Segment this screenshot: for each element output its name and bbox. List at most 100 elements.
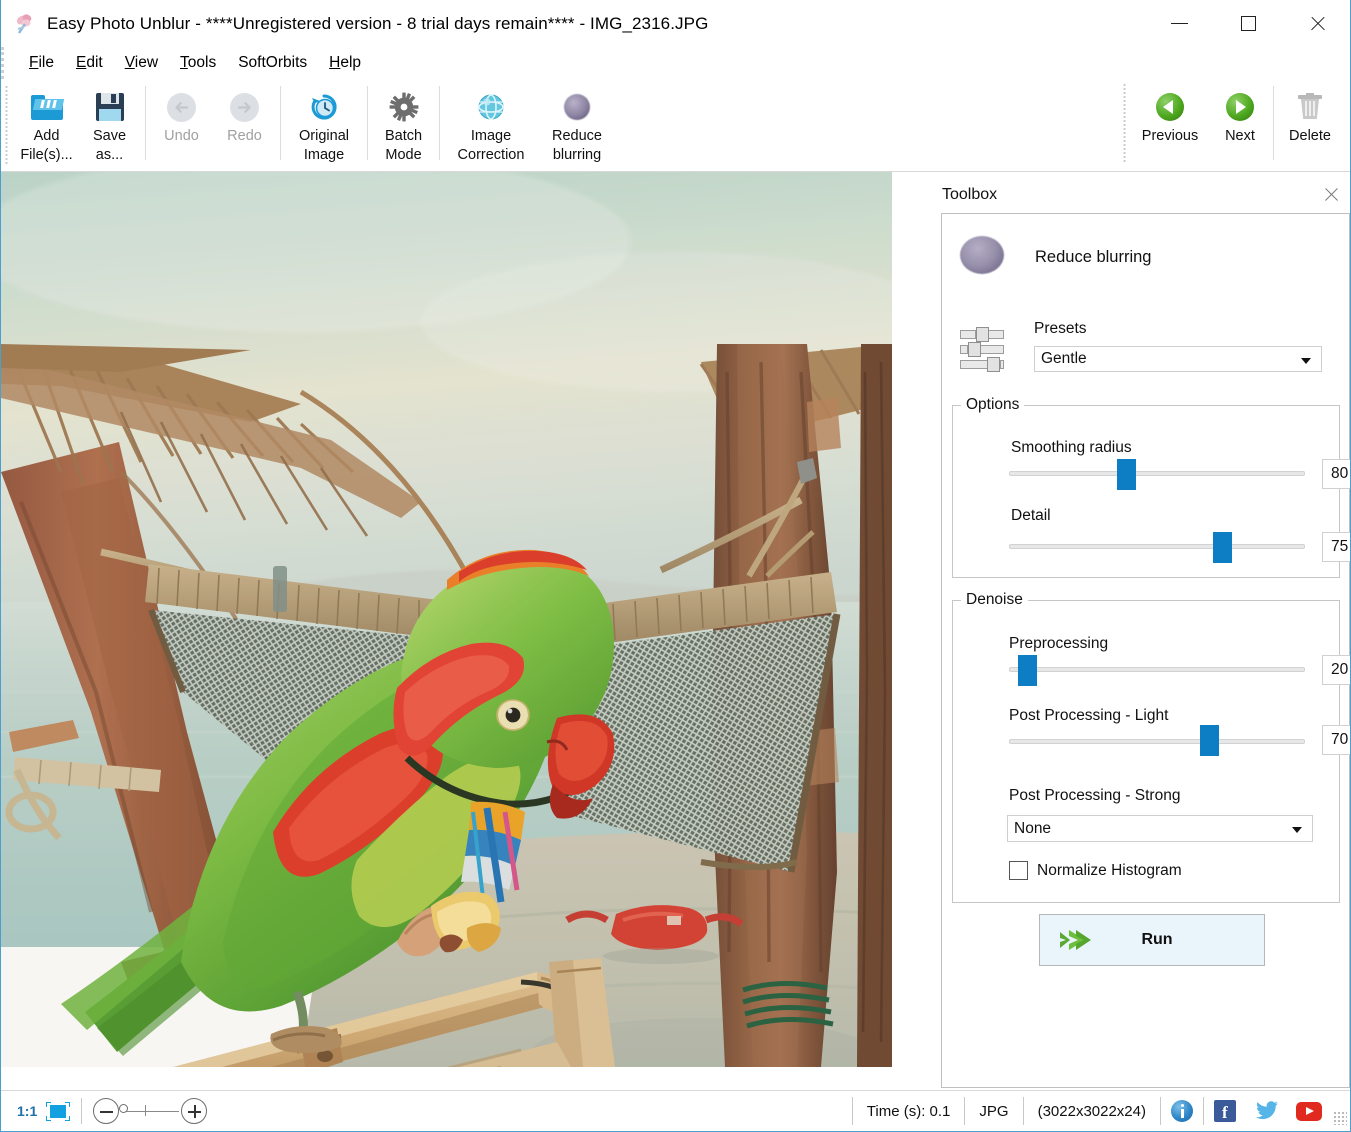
original-image-label-1: Original — [299, 128, 349, 144]
menu-item-help[interactable]: Help — [318, 51, 372, 75]
toolbar-right-group: Previous Next Delete — [1119, 83, 1342, 167]
chevron-down-icon — [1292, 827, 1302, 833]
toolbar-separator — [439, 86, 440, 160]
zoom-slider[interactable] — [93, 1096, 207, 1126]
processing-time: Time (s): 0.1 — [853, 1103, 965, 1120]
delete-button[interactable]: Delete — [1278, 83, 1342, 167]
add-files-button[interactable]: Add File(s)... — [15, 83, 78, 167]
normalize-histogram-checkbox[interactable] — [1009, 861, 1028, 880]
preprocessing-slider-thumb[interactable] — [1018, 655, 1037, 686]
post-processing-strong-label: Post Processing - Strong — [1009, 787, 1180, 805]
menu-bar: File Edit View Tools SoftOrbits Help — [1, 47, 1351, 79]
redo-button[interactable]: Redo — [213, 83, 276, 167]
detail-label: Detail — [1011, 507, 1051, 525]
smoothing-radius-label: Smoothing radius — [1011, 439, 1132, 457]
detail-slider-thumb[interactable] — [1213, 532, 1232, 563]
close-button[interactable] — [1283, 0, 1351, 47]
batch-mode-label-2: Mode — [385, 147, 421, 163]
smoothing-radius-slider-track[interactable] — [1009, 471, 1305, 476]
original-image-button[interactable]: Original Image — [285, 83, 363, 167]
post-processing-light-slider-track[interactable] — [1009, 739, 1305, 744]
menu-item-view[interactable]: View — [114, 51, 169, 75]
reduce-blurring-button[interactable]: Reduce blurring — [538, 83, 616, 167]
detail-value[interactable]: 75 — [1322, 532, 1351, 562]
add-files-label-1: Add — [34, 128, 60, 144]
original-image-label-2: Image — [304, 147, 344, 163]
denoise-group-legend: Denoise — [961, 591, 1028, 609]
image-correction-button[interactable]: Image Correction — [444, 83, 538, 167]
post-processing-strong-dropdown[interactable]: None — [1007, 815, 1313, 842]
options-group-legend: Options — [961, 396, 1024, 414]
zoom-slider-tick — [145, 1105, 146, 1116]
menu-item-edit[interactable]: Edit — [65, 51, 114, 75]
toolbox-close-icon[interactable] — [1323, 186, 1339, 202]
toolbar: Add File(s)... Save as... Undo — [1, 79, 1351, 172]
status-separator — [1203, 1097, 1204, 1125]
zoom-slider-track[interactable] — [121, 1111, 179, 1112]
toolbox-panel: Toolbox Reduce blurring — [939, 177, 1351, 1090]
active-tool-name: Reduce blurring — [1035, 248, 1151, 267]
twitter-button[interactable] — [1253, 1097, 1281, 1125]
green-right-arrow-icon — [1226, 89, 1254, 125]
preprocessing-slider-track[interactable] — [1009, 667, 1305, 672]
preprocessing-label: Preprocessing — [1009, 635, 1108, 653]
toolbar-separator — [367, 86, 368, 160]
zoom-out-icon[interactable] — [93, 1098, 119, 1124]
sphere-icon — [476, 89, 506, 125]
smoothing-radius-slider-thumb[interactable] — [1117, 459, 1136, 490]
toolbar-drag-grip[interactable] — [5, 85, 8, 165]
toolbar-right-grip[interactable] — [1119, 83, 1129, 163]
info-icon — [1171, 1100, 1193, 1122]
detail-slider-track[interactable] — [1009, 544, 1305, 549]
youtube-icon — [1296, 1102, 1322, 1121]
facebook-button[interactable]: f — [1211, 1097, 1239, 1125]
post-processing-light-value[interactable]: 70 — [1322, 725, 1351, 755]
normalize-histogram-row[interactable]: Normalize Histogram — [1009, 861, 1182, 880]
minimize-button[interactable] — [1145, 0, 1214, 47]
menu-item-tools[interactable]: Tools — [169, 51, 227, 75]
menu-item-file[interactable]: File — [18, 51, 65, 75]
batch-mode-button[interactable]: Batch Mode — [372, 83, 435, 167]
post-processing-strong-value: None — [1014, 820, 1051, 837]
presets-dropdown[interactable]: Gentle — [1034, 346, 1322, 372]
menu-item-softorbits[interactable]: SoftOrbits — [227, 51, 318, 75]
toolbox-title: Toolbox — [942, 186, 997, 204]
image-canvas[interactable] — [1, 172, 892, 1067]
toolbar-left-group: Add File(s)... Save as... Undo — [15, 83, 616, 167]
green-double-arrow-icon — [1058, 927, 1092, 953]
image-dimensions: (3022x3022x24) — [1024, 1103, 1160, 1120]
previous-button[interactable]: Previous — [1129, 83, 1211, 167]
save-as-button[interactable]: Save as... — [78, 83, 141, 167]
fit-to-screen-icon[interactable] — [46, 1102, 70, 1121]
normalize-histogram-label: Normalize Histogram — [1037, 862, 1182, 880]
status-separator — [1160, 1097, 1161, 1125]
open-folder-icon — [31, 89, 63, 125]
preprocessing-value[interactable]: 20 — [1322, 655, 1351, 685]
smoothing-radius-value[interactable]: 80 — [1322, 459, 1351, 489]
maximize-icon — [1241, 16, 1256, 31]
floppy-disk-icon — [96, 89, 124, 125]
info-button[interactable] — [1168, 1097, 1196, 1125]
title-bar: Easy Photo Unblur - ****Unregistered ver… — [1, 0, 1351, 47]
undo-arrow-icon — [167, 89, 196, 125]
zoom-in-icon[interactable] — [181, 1098, 207, 1124]
chevron-down-icon — [1301, 358, 1311, 364]
resize-grip-icon[interactable] — [1333, 1111, 1347, 1125]
youtube-button[interactable] — [1295, 1097, 1323, 1125]
undo-button[interactable]: Undo — [150, 83, 213, 167]
history-clock-icon — [309, 89, 339, 125]
undo-label: Undo — [164, 128, 199, 144]
run-button[interactable]: Run — [1039, 914, 1265, 966]
active-tool-header: Reduce blurring — [960, 236, 1335, 296]
file-format: JPG — [965, 1103, 1022, 1120]
next-label: Next — [1225, 128, 1255, 144]
post-processing-light-slider-thumb[interactable] — [1200, 725, 1219, 756]
image-correction-label-2: Correction — [458, 147, 525, 163]
next-button[interactable]: Next — [1211, 83, 1269, 167]
close-icon — [1309, 15, 1326, 32]
minimize-icon — [1171, 23, 1188, 24]
maximize-button[interactable] — [1214, 0, 1283, 47]
denoise-group: Denoise Preprocessing 20 Post Processing… — [952, 591, 1340, 903]
redo-arrow-icon — [230, 89, 259, 125]
status-bar-right: Time (s): 0.1 JPG (3022x3022x24) f — [852, 1091, 1351, 1132]
